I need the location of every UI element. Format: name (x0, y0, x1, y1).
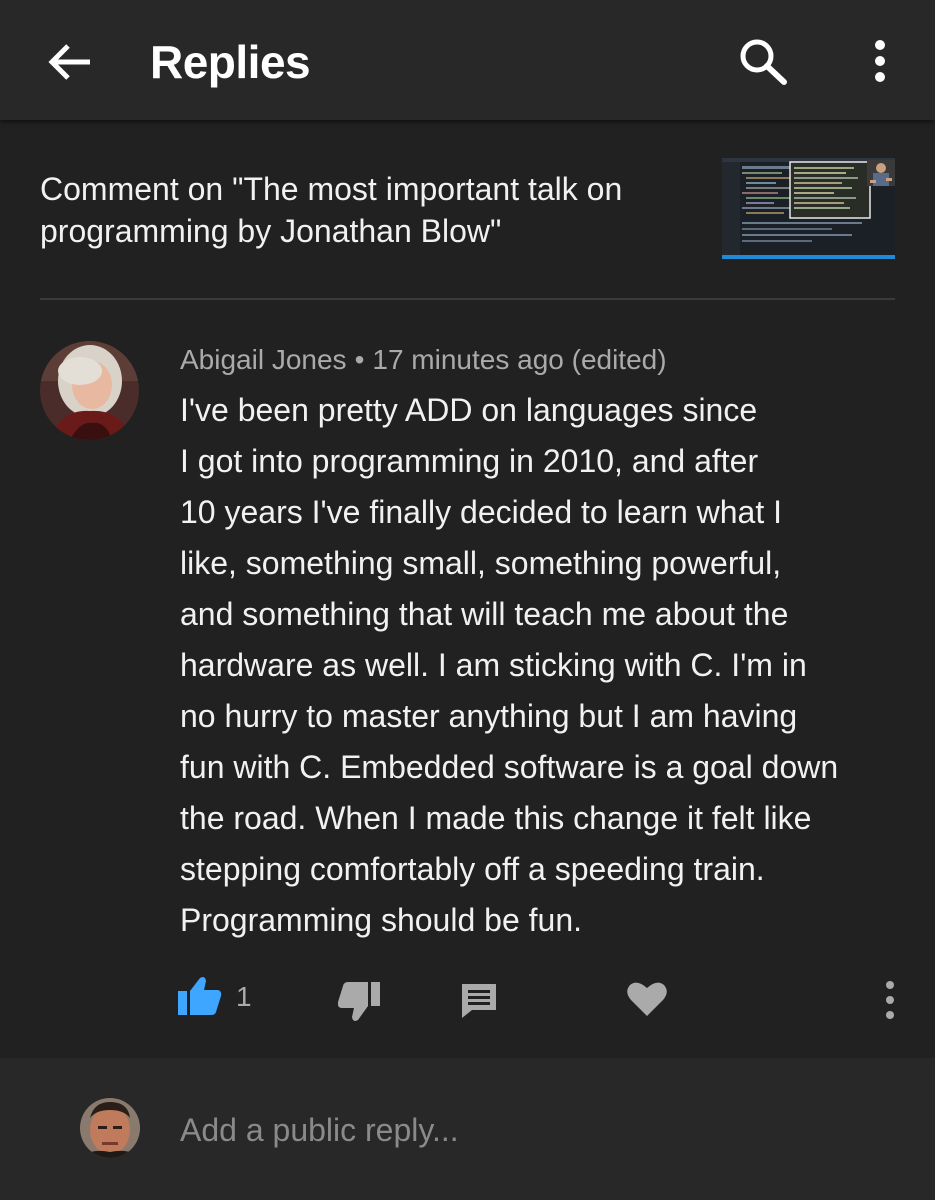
reply-icon (462, 984, 496, 1018)
context-title-line: programming by Jonathan Blow" (40, 213, 502, 249)
user-avatar-image (40, 341, 139, 440)
dislike-button[interactable] (337, 982, 382, 1024)
more-vertical-icon (875, 40, 885, 82)
arrow-left-icon (48, 44, 90, 80)
comment-line: 10 years I've finally decided to learn w… (180, 494, 782, 530)
comment-line: I've been pretty ADD on languages since (180, 392, 758, 428)
back-button[interactable] (46, 40, 94, 84)
video-context-title[interactable]: Comment on "The most important talk on p… (40, 168, 700, 252)
heart-icon (627, 982, 667, 1016)
thumbs-down-icon (337, 982, 380, 1021)
context-title-line: Comment on "The most important talk on (40, 171, 623, 207)
search-button[interactable] (738, 37, 790, 85)
search-icon (740, 39, 787, 85)
video-thumbnail-image (722, 158, 895, 259)
comment-line: I got into programming in 2010, and afte… (180, 443, 759, 479)
reply-button[interactable] (460, 982, 498, 1020)
meta-separator: • (354, 344, 365, 375)
app-bar: Replies (0, 0, 935, 120)
comment-timestamp: 17 minutes ago (edited) (372, 344, 667, 375)
avatar[interactable] (40, 341, 139, 440)
like-count: 1 (236, 981, 252, 1012)
reply-input[interactable] (180, 1108, 880, 1152)
comment-line: and something that will teach me about t… (180, 596, 789, 632)
comment-line: no hurry to master anything but I am hav… (180, 698, 798, 734)
heart-button[interactable] (626, 980, 668, 1018)
current-user-avatar-image (80, 1098, 140, 1158)
divider (40, 298, 895, 300)
like-button[interactable] (176, 975, 222, 1017)
page-title: Replies (150, 36, 311, 88)
comment-line: hardware as well. I am sticking with C. … (180, 647, 807, 683)
more-vertical-icon (886, 981, 894, 1019)
comment-meta: Abigail Jones • 17 minutes ago (edited) (180, 342, 667, 378)
comment-line: stepping comfortably off a speeding trai… (180, 851, 765, 887)
comment-line: fun with C. Embedded software is a goal … (180, 749, 839, 785)
comment-line: Programming should be fun. (180, 902, 582, 938)
comment-line: like, something small, something powerfu… (180, 545, 782, 581)
comment-line: the road. When I made this change it fel… (180, 800, 812, 836)
comment-author[interactable]: Abigail Jones (180, 344, 347, 375)
my-avatar (80, 1098, 140, 1158)
comment-body: I've been pretty ADD on languages since … (180, 385, 910, 946)
comment-more-button[interactable] (880, 980, 900, 1020)
overflow-menu-button[interactable] (866, 38, 894, 84)
thumbs-up-icon (178, 977, 222, 1015)
video-thumbnail[interactable] (722, 158, 895, 259)
